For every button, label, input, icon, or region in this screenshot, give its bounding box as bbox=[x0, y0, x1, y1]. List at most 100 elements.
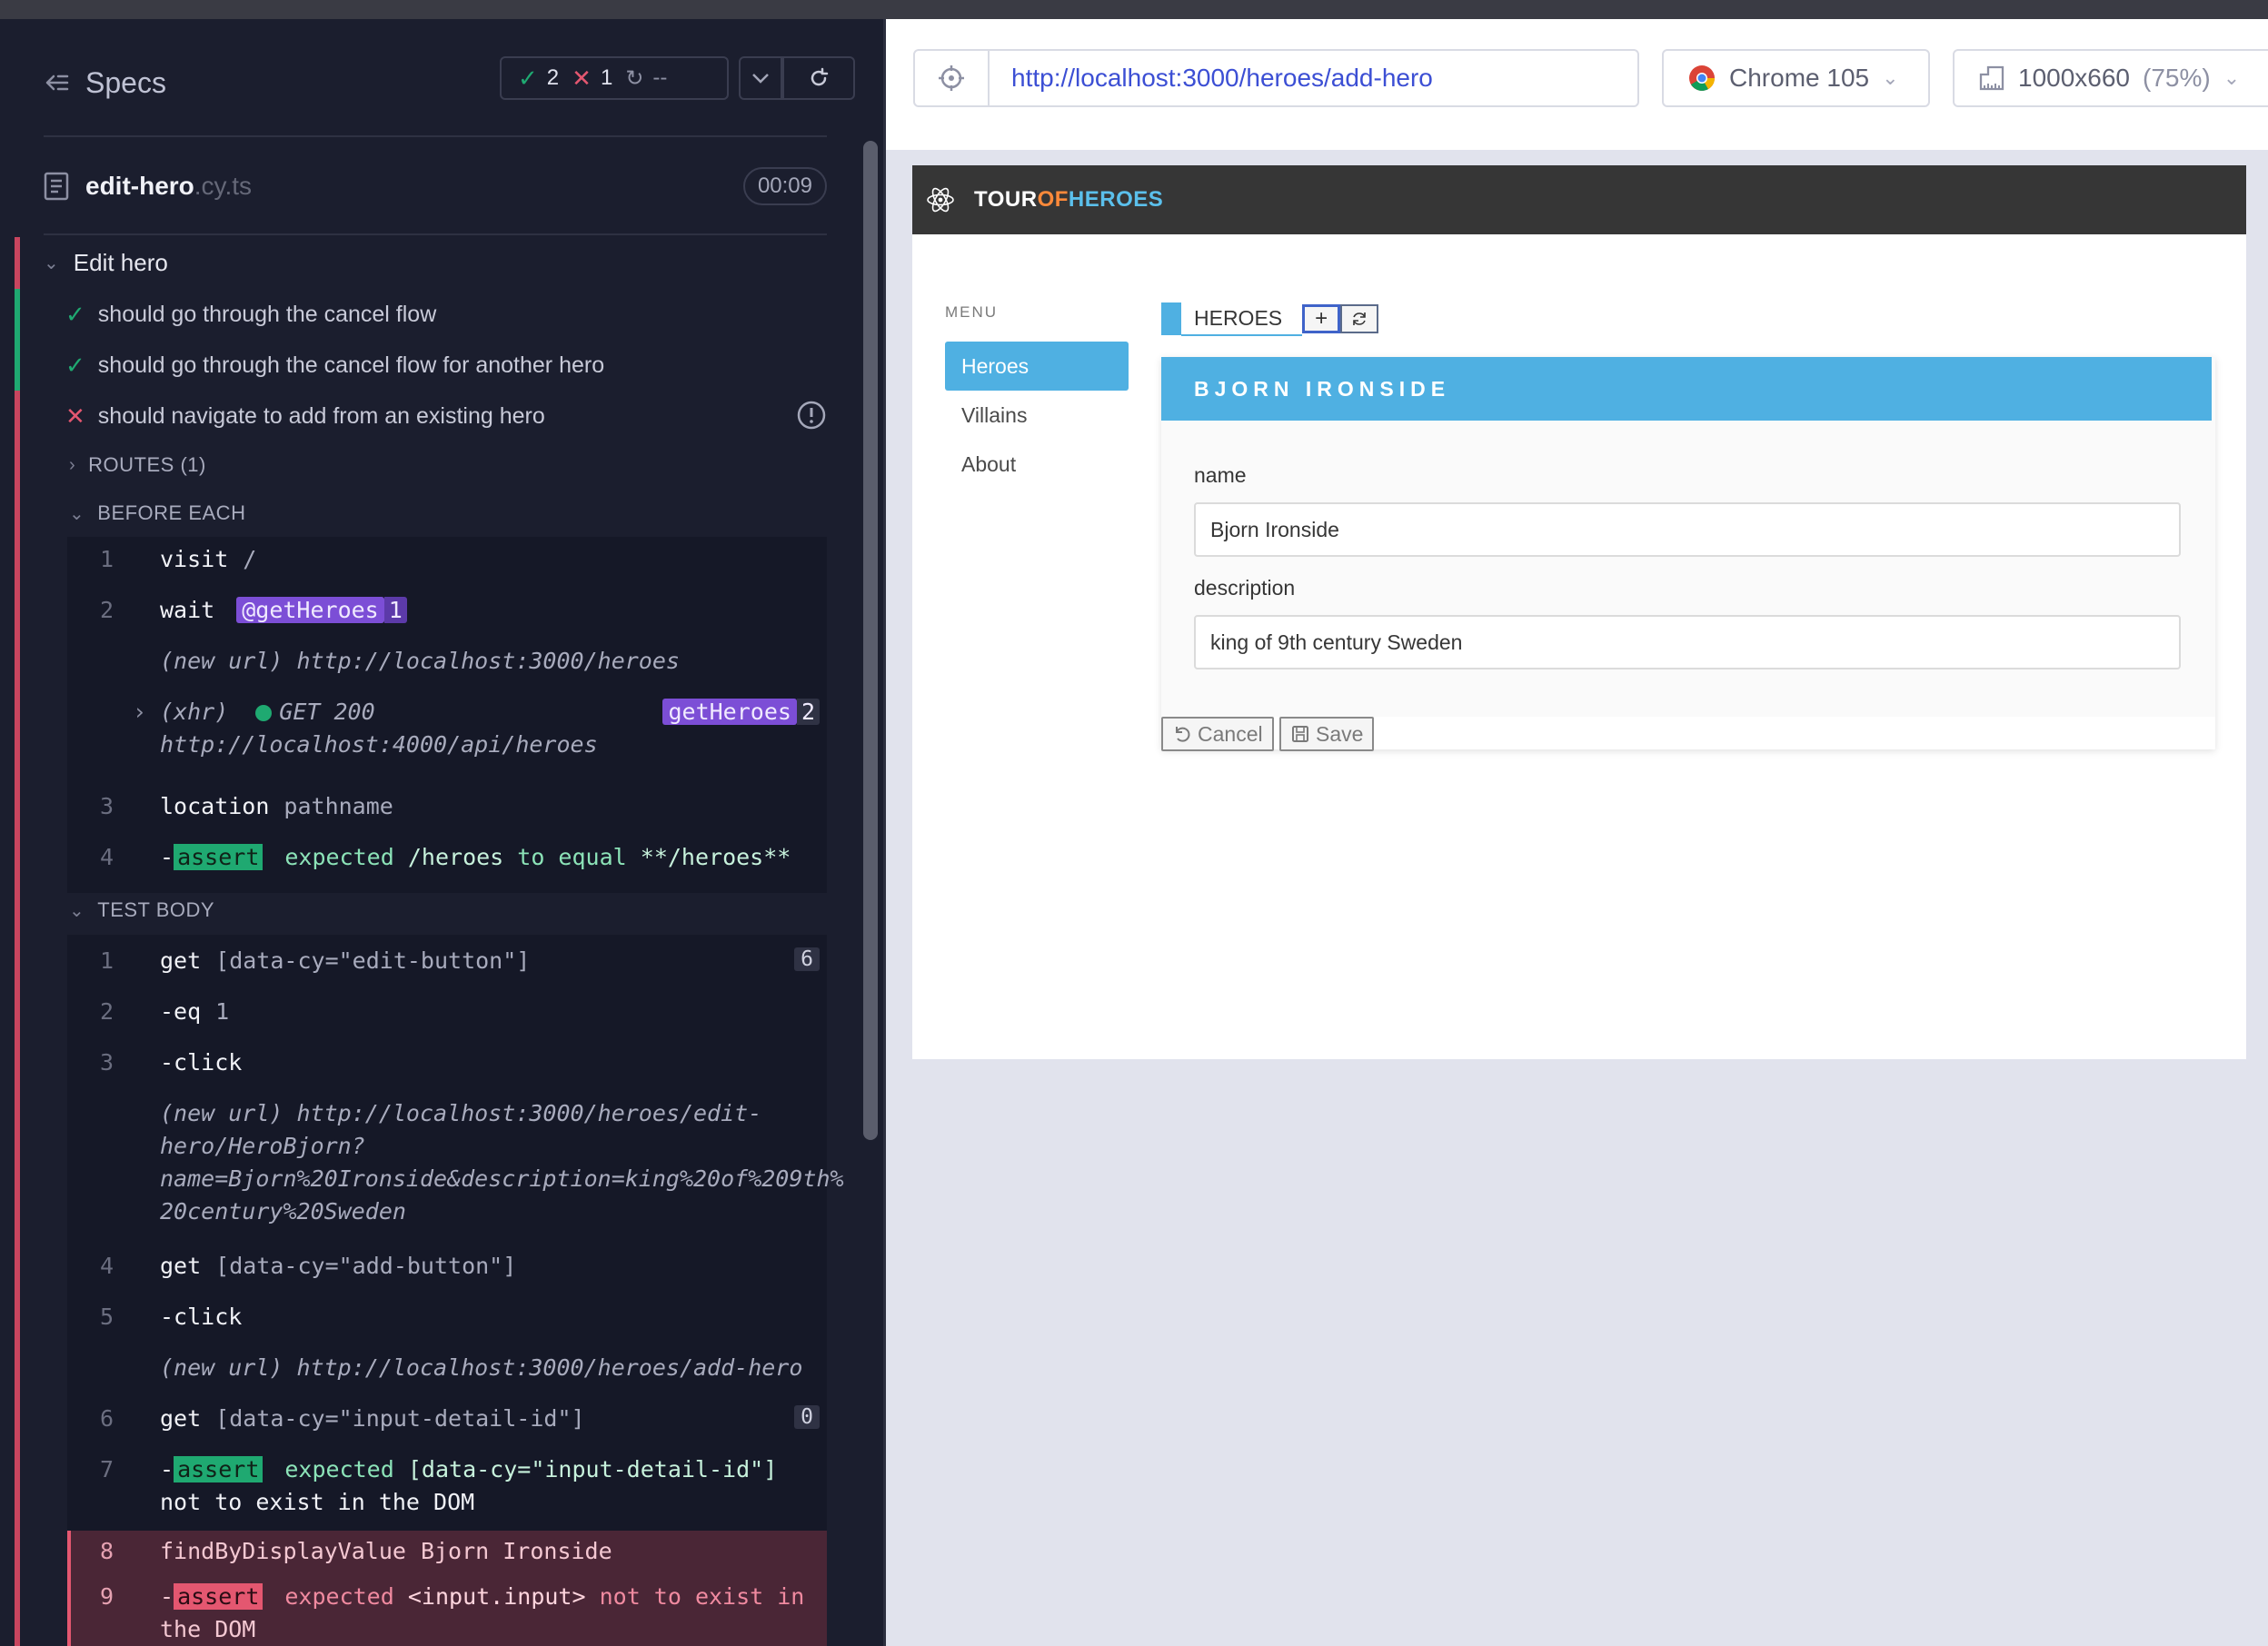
command-row[interactable]: 6 get [data-cy="input-detail-id"] 0 bbox=[67, 1405, 827, 1442]
refresh-icon bbox=[1353, 312, 1366, 325]
command-row[interactable]: 4 get [data-cy="add-button"] bbox=[67, 1253, 827, 1289]
react-logo-icon[interactable] bbox=[925, 184, 956, 215]
new-url-event: (new url) http://localhost:3000/heroes/a… bbox=[67, 1354, 827, 1391]
document-icon bbox=[44, 172, 69, 201]
chevron-down-icon: ⌄ bbox=[2223, 66, 2241, 89]
menu-item-heroes[interactable]: Heroes bbox=[945, 342, 1129, 391]
menu-item-villains[interactable]: Villains bbox=[945, 391, 1129, 440]
command-row[interactable]: 1 get [data-cy="edit-button"] 6 bbox=[67, 947, 827, 984]
before-each-commands: 1 visit/ 2 wait @getHeroes 1 (new url) htt… bbox=[67, 537, 827, 893]
collapse-sidebar-icon[interactable] bbox=[44, 69, 71, 96]
command-number: 8 bbox=[100, 1538, 114, 1564]
name-label: name bbox=[1194, 463, 1247, 487]
test-item[interactable]: ✕ should navigate to add from an existin… bbox=[65, 402, 545, 431]
panel-divider[interactable] bbox=[883, 19, 886, 1646]
command-number: 4 bbox=[100, 844, 114, 870]
test-title: should navigate to add from an existing … bbox=[97, 403, 545, 429]
command-name: -eq 1 bbox=[160, 998, 230, 1025]
alias-badge: @getHeroes bbox=[236, 597, 384, 623]
viewport-size: 1000x660 bbox=[2018, 64, 2131, 92]
suite-title-text: Edit hero bbox=[73, 249, 168, 276]
refresh-button[interactable] bbox=[1340, 304, 1379, 333]
heroes-header-title: HEROES bbox=[1181, 302, 1303, 336]
pending-icon: ↻ bbox=[625, 65, 644, 91]
rerun-button[interactable] bbox=[782, 56, 855, 100]
assert-row[interactable]: 4 - assert expected /heroes to equal **/he… bbox=[67, 844, 827, 880]
command-row[interactable]: 1 visit / bbox=[67, 546, 827, 582]
cancel-button[interactable]: Cancel bbox=[1161, 717, 1274, 751]
command-name: -click bbox=[160, 1304, 243, 1330]
error-info-icon[interactable] bbox=[796, 400, 827, 431]
chevron-down-icon: ⌄ bbox=[1882, 66, 1899, 89]
save-button[interactable]: Save bbox=[1279, 717, 1375, 751]
assert-row[interactable]: 7 - assert expected [data-cy="input-detail… bbox=[67, 1456, 827, 1525]
cancel-label: Cancel bbox=[1198, 721, 1263, 746]
failed-count: 1 bbox=[600, 65, 613, 90]
command-name: findByDisplayValue Bjorn Ironside bbox=[160, 1538, 612, 1564]
routes-section[interactable]: › ROUTES (1) bbox=[69, 453, 206, 477]
command-number: 3 bbox=[100, 793, 114, 819]
status-dot-icon bbox=[255, 705, 273, 721]
command-number: 7 bbox=[100, 1456, 114, 1482]
description-input[interactable]: king of 9th century Sweden bbox=[1194, 615, 2181, 669]
card-footer: Cancel Save bbox=[1161, 717, 2215, 751]
command-number: 6 bbox=[100, 1405, 114, 1432]
chevron-down-icon: ⌄ bbox=[69, 503, 85, 524]
xhr-alias: getHeroes 2 bbox=[662, 699, 820, 725]
specs-header[interactable]: Specs bbox=[44, 60, 166, 105]
test-item[interactable]: ✓ should go through the cancel flow bbox=[65, 301, 436, 329]
description-label: description bbox=[1194, 576, 1296, 600]
assert-text-cont: the DOM bbox=[160, 1616, 256, 1642]
command-number: 2 bbox=[100, 597, 114, 623]
new-url-text: (new url) http://localhost:3000/heroes bbox=[160, 648, 680, 674]
new-url-text: hero/HeroBjorn? bbox=[160, 1133, 365, 1159]
command-row[interactable]: 5 -click bbox=[67, 1304, 827, 1340]
failed-assert-row[interactable]: 9 - assert expected <input.input> not to e… bbox=[67, 1578, 827, 1646]
test-body-section[interactable]: ⌄ TEST BODY bbox=[69, 898, 214, 922]
reporter-scrollbar[interactable] bbox=[863, 141, 878, 1140]
failed-command-row[interactable]: 8 findByDisplayValue Bjorn Ironside bbox=[67, 1531, 827, 1578]
spec-file-name: edit-hero bbox=[85, 172, 194, 200]
before-each-section[interactable]: ⌄ BEFORE EACH bbox=[69, 501, 245, 525]
xhr-event[interactable]: › (xhr) GET 200 http://localhost:4000/api… bbox=[67, 699, 827, 768]
command-row[interactable]: 3 -click bbox=[67, 1049, 827, 1086]
selector-playground-button[interactable] bbox=[915, 51, 990, 105]
specs-title: Specs bbox=[85, 65, 166, 99]
refresh-icon bbox=[811, 67, 829, 86]
url-text[interactable]: http://localhost:3000/heroes/add-hero bbox=[990, 64, 1433, 93]
divider bbox=[44, 135, 827, 137]
app-under-test: TOUROFHEROES MENU Heroes Villains About … bbox=[912, 165, 2246, 1059]
command-number: 9 bbox=[100, 1583, 114, 1610]
test-item[interactable]: ✓ should go through the cancel flow for … bbox=[65, 352, 604, 380]
failed-indicator-bar bbox=[15, 237, 20, 1646]
viewport-scale: (75%) bbox=[2143, 64, 2211, 92]
command-row[interactable]: 2 wait @getHeroes 1 bbox=[67, 597, 827, 633]
passed-count: 2 bbox=[546, 65, 560, 90]
command-row[interactable]: 3 location pathname bbox=[67, 793, 827, 829]
chevron-down-icon bbox=[752, 74, 769, 84]
app-brand[interactable]: TOUROFHEROES bbox=[974, 187, 1163, 213]
viewport-selector[interactable]: 1000x660 (75%) ⌄ bbox=[1953, 49, 2268, 107]
collapse-all-button[interactable] bbox=[739, 56, 782, 100]
command-name: wait @getHeroes 1 bbox=[160, 597, 407, 623]
browser-name: Chrome 105 bbox=[1729, 64, 1870, 92]
command-row[interactable]: 2 -eq 1 bbox=[67, 998, 827, 1035]
test-body-commands: 1 get [data-cy="edit-button"] 6 2 -eq 1 3 … bbox=[67, 935, 844, 1646]
crosshair-icon bbox=[939, 65, 964, 91]
command-name: get [data-cy="edit-button"] bbox=[160, 947, 531, 974]
new-url-text: (new url) http://localhost:3000/heroes/e… bbox=[160, 1100, 762, 1126]
name-input[interactable]: Bjorn Ironside bbox=[1194, 502, 2181, 557]
menu-label: MENU bbox=[945, 303, 999, 321]
suite-title[interactable]: ⌄ Edit hero bbox=[44, 249, 168, 277]
new-url-text: (new url) http://localhost:3000/heroes/a… bbox=[160, 1354, 803, 1381]
url-bar[interactable]: http://localhost:3000/heroes/add-hero bbox=[913, 49, 1639, 107]
reporter-panel: Specs ✓ 2 ✕ 1 ↻ -- edit-hero.cy.ts 00:09… bbox=[0, 19, 883, 1646]
check-icon: ✓ bbox=[518, 64, 538, 92]
browser-selector[interactable]: Chrome 105 ⌄ bbox=[1662, 49, 1930, 107]
save-icon bbox=[1292, 726, 1308, 742]
menu-item-about[interactable]: About bbox=[945, 440, 1129, 489]
add-button[interactable]: + bbox=[1302, 304, 1341, 333]
new-url-event: (new url) http://localhost:3000/heroes/e… bbox=[67, 1100, 844, 1236]
os-title-bar bbox=[0, 0, 2268, 19]
element-count-badge: 6 bbox=[794, 947, 820, 971]
